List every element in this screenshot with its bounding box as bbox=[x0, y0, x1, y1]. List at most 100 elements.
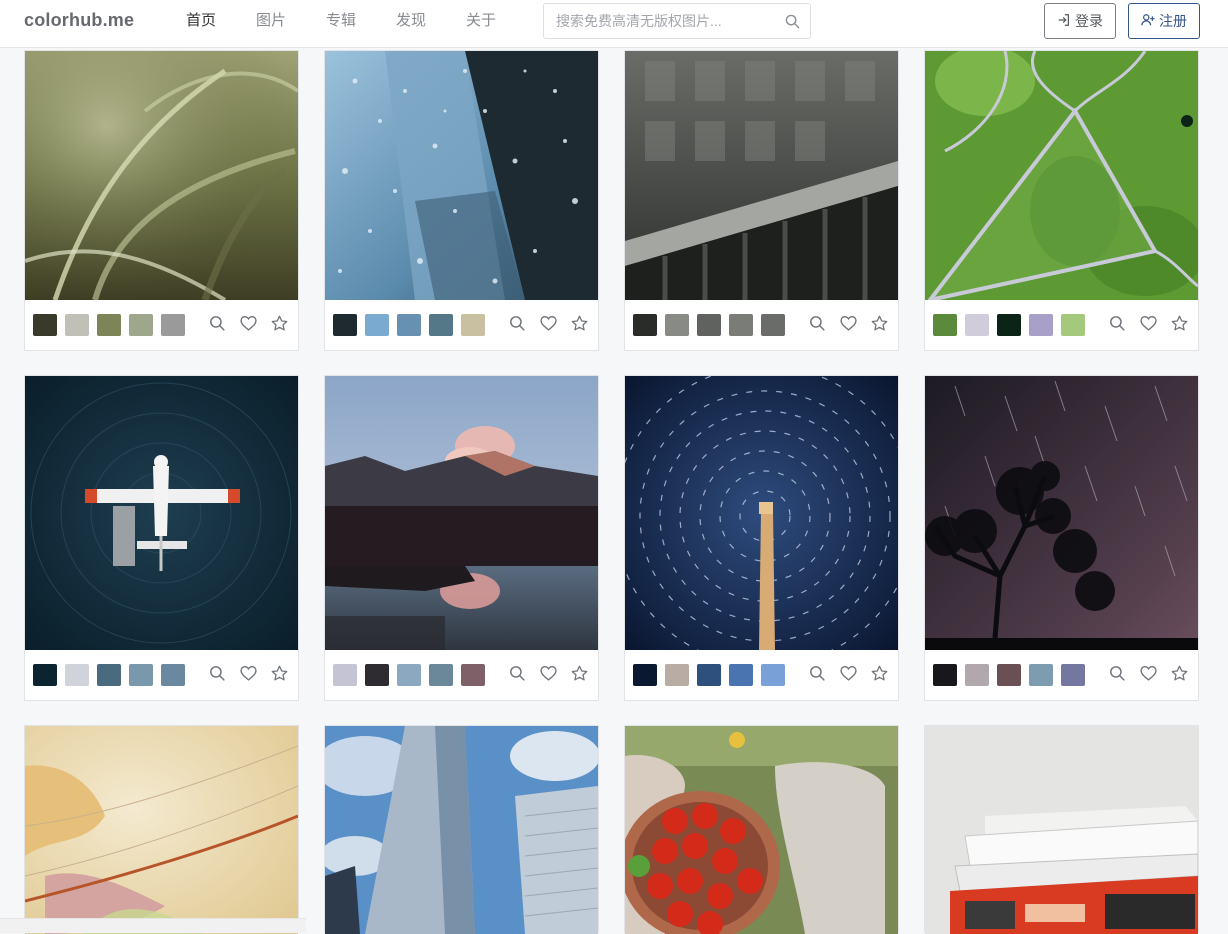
user-plus-icon bbox=[1141, 13, 1155, 30]
photo-thumbnail[interactable] bbox=[925, 51, 1198, 300]
photo-card bbox=[24, 375, 299, 701]
color-swatch[interactable] bbox=[65, 314, 89, 336]
palette-bar bbox=[325, 300, 598, 350]
color-swatch[interactable] bbox=[161, 314, 185, 336]
nav-images[interactable]: 图片 bbox=[256, 0, 326, 42]
color-swatch[interactable] bbox=[97, 664, 121, 686]
search-box bbox=[543, 3, 811, 39]
heart-icon[interactable] bbox=[840, 315, 857, 332]
color-swatch[interactable] bbox=[161, 664, 185, 686]
color-swatch[interactable] bbox=[97, 314, 121, 336]
color-swatch[interactable] bbox=[33, 314, 57, 336]
color-swatch[interactable] bbox=[965, 314, 989, 336]
color-swatch[interactable] bbox=[429, 664, 453, 686]
heart-icon[interactable] bbox=[240, 315, 257, 332]
photo-card bbox=[924, 50, 1199, 351]
color-swatch[interactable] bbox=[365, 314, 389, 336]
star-icon[interactable] bbox=[571, 665, 588, 682]
color-swatch[interactable] bbox=[397, 664, 421, 686]
color-swatch[interactable] bbox=[697, 664, 721, 686]
photo-thumbnail[interactable] bbox=[25, 726, 298, 934]
heart-icon[interactable] bbox=[540, 665, 557, 682]
color-swatch[interactable] bbox=[129, 664, 153, 686]
nav-discover[interactable]: 发现 bbox=[396, 0, 466, 42]
heart-icon[interactable] bbox=[540, 315, 557, 332]
color-swatch[interactable] bbox=[1029, 314, 1053, 336]
magnifier-icon[interactable] bbox=[509, 665, 526, 682]
star-icon[interactable] bbox=[1171, 315, 1188, 332]
color-swatch[interactable] bbox=[933, 664, 957, 686]
color-swatch[interactable] bbox=[997, 664, 1021, 686]
color-swatch[interactable] bbox=[1061, 664, 1085, 686]
photo-thumbnail[interactable] bbox=[325, 376, 598, 650]
color-swatch[interactable] bbox=[1061, 314, 1085, 336]
color-swatch[interactable] bbox=[697, 314, 721, 336]
magnifier-icon[interactable] bbox=[509, 315, 526, 332]
star-icon[interactable] bbox=[1171, 665, 1188, 682]
color-swatch[interactable] bbox=[965, 664, 989, 686]
heart-icon[interactable] bbox=[840, 665, 857, 682]
search-icon[interactable] bbox=[785, 14, 800, 29]
color-swatch[interactable] bbox=[933, 314, 957, 336]
palette-bar bbox=[325, 650, 598, 700]
photo-thumbnail[interactable] bbox=[25, 51, 298, 300]
photo-thumbnail[interactable] bbox=[325, 51, 598, 300]
search-input[interactable] bbox=[544, 4, 786, 38]
star-icon[interactable] bbox=[271, 665, 288, 682]
photo-card bbox=[924, 375, 1199, 701]
nav-about[interactable]: 关于 bbox=[466, 0, 536, 42]
photo-thumbnail[interactable] bbox=[25, 376, 298, 650]
photo-thumbnail[interactable] bbox=[625, 51, 898, 300]
magnifier-icon[interactable] bbox=[1109, 315, 1126, 332]
color-swatch[interactable] bbox=[461, 664, 485, 686]
magnifier-icon[interactable] bbox=[209, 315, 226, 332]
color-swatch[interactable] bbox=[633, 314, 657, 336]
color-swatch[interactable] bbox=[729, 314, 753, 336]
color-swatch[interactable] bbox=[33, 664, 57, 686]
star-icon[interactable] bbox=[871, 665, 888, 682]
photo-thumbnail[interactable] bbox=[325, 726, 598, 934]
color-swatch[interactable] bbox=[729, 664, 753, 686]
star-icon[interactable] bbox=[871, 315, 888, 332]
horizontal-scrollbar[interactable] bbox=[0, 918, 306, 933]
color-swatch[interactable] bbox=[665, 314, 689, 336]
palette-bar bbox=[925, 300, 1198, 350]
color-swatch[interactable] bbox=[761, 664, 785, 686]
color-swatch[interactable] bbox=[333, 664, 357, 686]
color-swatch[interactable] bbox=[65, 664, 89, 686]
color-swatch[interactable] bbox=[397, 314, 421, 336]
heart-icon[interactable] bbox=[1140, 665, 1157, 682]
photo-card bbox=[324, 725, 599, 934]
color-swatch[interactable] bbox=[365, 664, 389, 686]
star-icon[interactable] bbox=[571, 315, 588, 332]
photo-card bbox=[624, 725, 899, 934]
magnifier-icon[interactable] bbox=[809, 665, 826, 682]
color-swatch[interactable] bbox=[129, 314, 153, 336]
photo-thumbnail[interactable] bbox=[925, 376, 1198, 650]
photo-thumbnail[interactable] bbox=[625, 376, 898, 650]
color-swatch[interactable] bbox=[461, 314, 485, 336]
nav-albums[interactable]: 专辑 bbox=[326, 0, 396, 42]
star-icon[interactable] bbox=[271, 315, 288, 332]
color-swatch[interactable] bbox=[761, 314, 785, 336]
heart-icon[interactable] bbox=[1140, 315, 1157, 332]
color-swatch[interactable] bbox=[1029, 664, 1053, 686]
color-swatch[interactable] bbox=[333, 314, 357, 336]
palette-bar bbox=[625, 650, 898, 700]
color-swatch[interactable] bbox=[429, 314, 453, 336]
color-swatch[interactable] bbox=[665, 664, 689, 686]
register-button[interactable]: 注册 bbox=[1128, 3, 1200, 39]
heart-icon[interactable] bbox=[240, 665, 257, 682]
photo-thumbnail[interactable] bbox=[925, 726, 1198, 934]
magnifier-icon[interactable] bbox=[1109, 665, 1126, 682]
color-swatch[interactable] bbox=[633, 664, 657, 686]
photo-card bbox=[24, 725, 299, 934]
photo-card bbox=[24, 50, 299, 351]
photo-thumbnail[interactable] bbox=[625, 726, 898, 934]
site-logo[interactable]: colorhub.me bbox=[24, 10, 134, 31]
color-swatch[interactable] bbox=[997, 314, 1021, 336]
login-button[interactable]: 登录 bbox=[1044, 3, 1116, 39]
magnifier-icon[interactable] bbox=[209, 665, 226, 682]
nav-home[interactable]: 首页 bbox=[186, 0, 256, 42]
magnifier-icon[interactable] bbox=[809, 315, 826, 332]
